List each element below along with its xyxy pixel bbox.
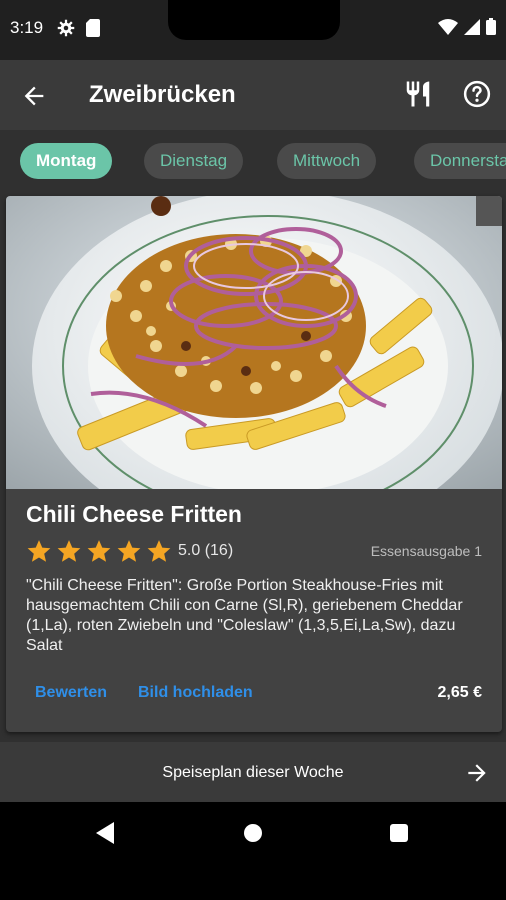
tab-montag[interactable]: Montag xyxy=(20,143,113,179)
rate-button[interactable]: Bewerten xyxy=(35,684,107,702)
signal-icon xyxy=(464,18,480,35)
week-plan-bar[interactable]: Speiseplan dieser Woche xyxy=(0,742,506,802)
camera-notch xyxy=(168,0,340,40)
day-tabs: Montag Dienstag Mittwoch Donnersta xyxy=(0,130,506,192)
status-time: 3:19 xyxy=(10,18,44,37)
app-bar: Zweibrücken xyxy=(0,60,506,130)
wifi-icon xyxy=(438,18,458,35)
system-nav-bar xyxy=(0,802,506,900)
week-plan-label: Speiseplan dieser Woche xyxy=(162,764,344,781)
nav-back-icon[interactable] xyxy=(96,822,116,844)
star-icon xyxy=(117,540,141,562)
sim-card-icon xyxy=(86,19,100,37)
star-icon xyxy=(27,540,51,562)
nav-home-icon[interactable] xyxy=(244,824,262,842)
page-title: Zweibrücken xyxy=(89,81,236,108)
meal-title: Chili Cheese Fritten xyxy=(26,501,242,527)
meal-description: "Chili Cheese Fritten": Große Portion St… xyxy=(26,577,463,654)
star-icon xyxy=(147,540,171,562)
status-bar: 3:19 xyxy=(0,0,506,60)
help-circle-icon[interactable] xyxy=(462,79,492,109)
upload-image-button[interactable]: Bild hochladen xyxy=(138,684,253,702)
nav-recents-icon[interactable] xyxy=(390,824,408,842)
tab-donnerstag[interactable]: Donnersta xyxy=(414,143,506,179)
fork-knife-icon[interactable] xyxy=(403,79,433,109)
star-icon xyxy=(87,540,111,562)
battery-icon xyxy=(486,18,496,35)
back-arrow-icon[interactable] xyxy=(20,82,48,110)
meal-price: 2,65 € xyxy=(437,684,482,701)
rating-stars xyxy=(26,538,172,564)
forward-arrow-icon[interactable] xyxy=(464,760,490,786)
tab-mittwoch[interactable]: Mittwoch xyxy=(277,143,377,179)
gear-icon xyxy=(57,19,75,37)
serving-location: Essensausgabe 1 xyxy=(370,543,482,559)
star-icon xyxy=(57,540,81,562)
tab-dienstag[interactable]: Dienstag xyxy=(144,143,244,179)
meal-photo xyxy=(6,196,502,489)
rating-text: 5.0 (16) xyxy=(178,542,234,559)
meal-card[interactable]: Chili Cheese Fritten 5.0 (16) Essensausg… xyxy=(6,196,502,732)
